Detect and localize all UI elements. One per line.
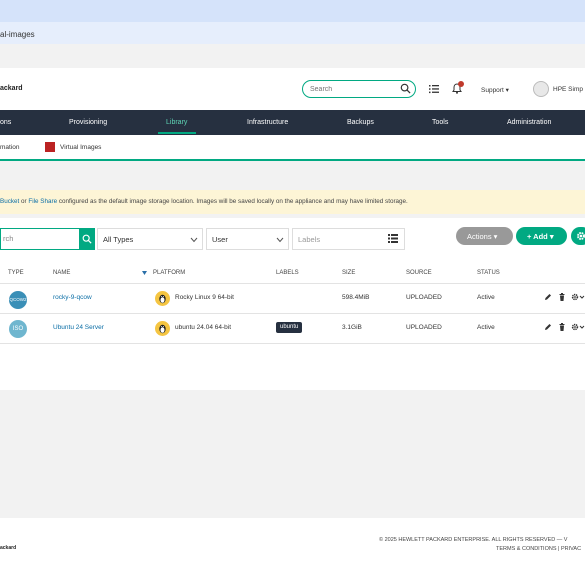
actions-button-label: Actions ▾ [467, 232, 498, 241]
actions-button[interactable]: Actions ▾ [456, 227, 513, 245]
type-badge-iso: ISO [9, 320, 27, 338]
global-search-input[interactable] [310, 84, 396, 95]
nav-item-infrastructure[interactable]: Infrastructure [247, 119, 288, 126]
status-text: Active [477, 324, 495, 331]
source-text: UPLOADED [406, 324, 442, 331]
search-icon [82, 234, 92, 244]
platform-text: Rocky Linux 9 64-bit [175, 294, 234, 301]
type-filter-select[interactable]: All Types [97, 228, 203, 250]
sort-desc-icon[interactable] [142, 271, 147, 275]
chevron-down-icon [276, 237, 284, 243]
type-badge-qcow2: QCOW2 [9, 291, 27, 309]
image-name-link[interactable]: rocky-9-qcow [53, 294, 92, 301]
settings-button[interactable] [571, 227, 585, 245]
nav-item-tools[interactable]: Tools [432, 119, 448, 126]
label-chip[interactable]: ubuntu [276, 322, 303, 333]
col-header-type[interactable]: TYPE [8, 270, 24, 276]
delete-icon[interactable] [558, 293, 566, 301]
add-button-label: + Add ▾ [527, 232, 554, 241]
owner-filter-select[interactable]: User [206, 228, 289, 250]
chevron-down-icon [190, 237, 198, 243]
alert-text-or: or [19, 198, 29, 205]
gear-icon[interactable] [571, 323, 585, 331]
row-divider [0, 343, 585, 344]
sub-nav-automation[interactable]: mation [0, 144, 20, 151]
url-path-text: al-images [0, 30, 35, 39]
gear-icon [577, 232, 585, 240]
browser-tab-bar [0, 0, 585, 22]
notification-badge [458, 81, 464, 87]
sub-nav-divider [0, 159, 585, 161]
support-menu[interactable]: Support ▾ [481, 86, 509, 94]
size-text: 598.4MiB [342, 294, 370, 301]
nav-active-indicator [158, 132, 196, 134]
virtual-images-icon [45, 142, 55, 152]
labels-filter-placeholder: Labels [298, 235, 321, 244]
col-header-labels[interactable]: LABELS [276, 270, 299, 276]
col-header-status[interactable]: STATUS [477, 270, 500, 276]
penguin-glyph [159, 294, 166, 304]
source-text: UPLOADED [406, 294, 442, 301]
penguin-glyph [159, 324, 166, 334]
edit-icon[interactable] [544, 293, 552, 301]
user-menu[interactable]: HPE Simp [553, 86, 583, 93]
bucket-link[interactable]: Bucket [0, 198, 19, 205]
footer-links[interactable]: TERMS & CONDITIONS | PRIVAC [496, 546, 581, 552]
linux-penguin-icon [155, 321, 170, 336]
file-share-link[interactable]: File Share [28, 198, 57, 205]
linux-penguin-icon [155, 291, 170, 306]
alert-text-rest: configured as the default image storage … [57, 198, 408, 205]
global-search[interactable] [302, 80, 416, 98]
image-search-input[interactable] [3, 234, 73, 243]
owner-filter-value: User [212, 235, 228, 244]
col-header-platform[interactable]: PLATFORM [153, 270, 185, 276]
size-text: 3.1GiB [342, 324, 362, 331]
col-header-size[interactable]: SIZE [342, 270, 355, 276]
footer-brand: ackard [0, 545, 17, 551]
type-filter-value: All Types [103, 235, 134, 244]
list-icon[interactable] [388, 234, 398, 243]
col-header-source[interactable]: SOURCE [406, 270, 432, 276]
status-text: Active [477, 294, 495, 301]
image-search-field[interactable] [0, 228, 80, 250]
nav-item-operations[interactable]: ons [0, 119, 11, 126]
nav-item-provisioning[interactable]: Provisioning [69, 119, 107, 126]
search-icon[interactable] [400, 83, 411, 94]
storage-warning-text: Bucket or File Share configured as the d… [0, 198, 408, 205]
nav-item-administration[interactable]: Administration [507, 119, 551, 126]
gear-icon[interactable] [571, 293, 585, 301]
image-name-link[interactable]: Ubuntu 24 Server [53, 324, 104, 331]
nav-item-library[interactable]: Library [166, 119, 187, 126]
activity-list-icon[interactable] [429, 84, 439, 94]
delete-icon[interactable] [558, 323, 566, 331]
brand-logo-text[interactable]: ackard [0, 85, 23, 92]
sub-nav-virtual-images[interactable]: Virtual Images [60, 144, 101, 151]
col-header-name[interactable]: NAME [53, 270, 70, 276]
browser-address-strip[interactable] [0, 22, 585, 44]
platform-text: ubuntu 24.04 64-bit [175, 324, 232, 331]
nav-item-backups[interactable]: Backups [347, 119, 374, 126]
user-avatar[interactable] [533, 81, 549, 97]
add-button[interactable]: + Add ▾ [516, 227, 567, 245]
footer-copyright: © 2025 HEWLETT PACKARD ENTERPRISE. ALL R… [379, 537, 568, 543]
edit-icon[interactable] [544, 323, 552, 331]
image-search-button[interactable] [79, 228, 95, 250]
